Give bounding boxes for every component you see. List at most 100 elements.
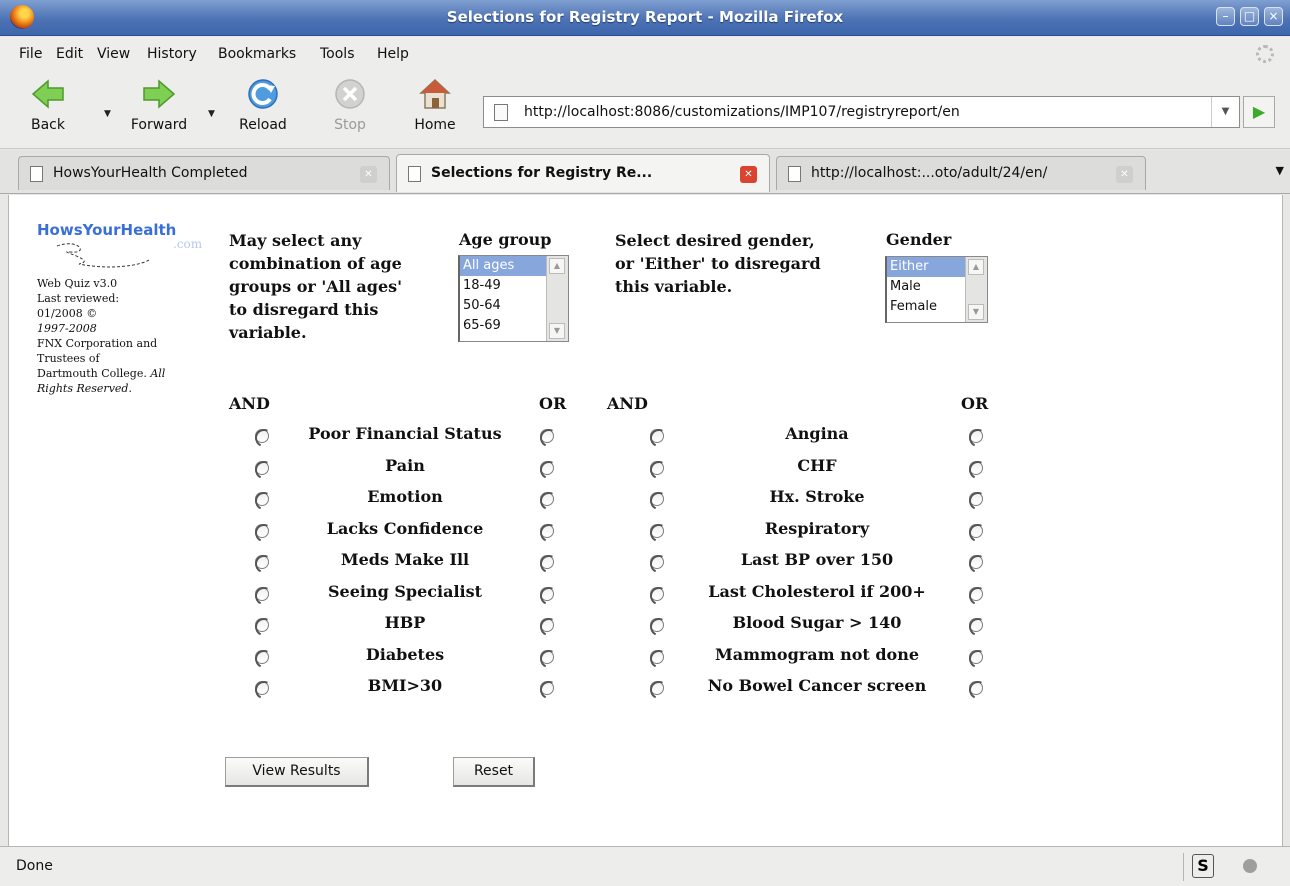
or-radio[interactable] [969,555,983,569]
and-radio[interactable] [650,555,664,569]
logo-squiggle-icon [56,243,150,268]
minimize-button[interactable]: – [1216,7,1235,26]
forward-arrow-icon [143,79,176,109]
tab-label: Selections for Registry Re... [431,165,653,181]
and-radio[interactable] [650,429,664,443]
site-logo[interactable]: HowsYourHealth [37,223,187,238]
and-radio[interactable] [650,460,664,475]
condition-label: Mammogram not done [714,644,920,664]
stop-icon [335,79,365,109]
or-radio[interactable] [540,586,554,601]
and-radio[interactable] [255,649,269,664]
or-radio[interactable] [540,681,554,695]
or-radio[interactable] [540,555,554,569]
home-label: Home [414,117,456,133]
and-radio[interactable] [255,681,269,695]
right-or-header: OR [961,394,989,413]
tab-close-icon[interactable]: ✕ [740,166,757,183]
go-button[interactable]: ▶ [1243,96,1275,128]
and-radio[interactable] [255,618,269,632]
url-bar[interactable]: http://localhost:8086/customizations/IMP… [483,96,1240,128]
tab-close-icon[interactable]: ✕ [360,166,377,183]
or-radio[interactable] [540,492,554,506]
menu-edit[interactable]: Edit [56,46,83,62]
back-button[interactable]: Back [22,77,74,133]
scroll-up-icon[interactable]: ▲ [968,259,984,275]
and-radio[interactable] [650,649,664,664]
gender-listbox[interactable]: Either Male Female ▲ ▼ [885,256,988,323]
menu-bookmarks[interactable]: Bookmarks [218,46,296,62]
or-radio[interactable] [540,523,554,538]
or-radio[interactable] [540,429,554,443]
and-radio[interactable] [255,555,269,569]
security-s-icon[interactable]: S [1192,854,1214,878]
gender-instruction: Select desired gender, or 'Either' to di… [615,229,895,298]
page-icon [494,104,508,121]
and-radio[interactable] [255,523,269,538]
home-button[interactable]: Home [408,77,462,133]
maximize-button[interactable]: □ [1240,7,1259,26]
home-icon [419,78,451,109]
tab-localhost-adult[interactable]: http://localhost:...oto/adult/24/en/ ✕ [776,156,1146,190]
gender-listbox-scrollbar[interactable]: ▲ ▼ [965,257,987,322]
forward-button[interactable]: Forward [124,77,194,133]
or-radio[interactable] [969,460,983,475]
url-text[interactable]: http://localhost:8086/customizations/IMP… [524,104,960,120]
and-radio[interactable] [650,586,664,601]
or-radio[interactable] [969,681,983,695]
tab-list-dropdown-icon[interactable]: ▼ [1276,164,1284,177]
stop-label: Stop [334,117,366,133]
or-radio[interactable] [540,460,554,475]
page-content: HowsYourHealth .com Web Quiz v3.0 Last r… [8,195,1283,846]
and-radio[interactable] [650,618,664,632]
or-radio[interactable] [969,523,983,538]
status-text: Done [16,858,53,874]
forward-label: Forward [130,117,188,133]
or-radio[interactable] [969,618,983,632]
sidebar: HowsYourHealth .com Web Quiz v3.0 Last r… [37,223,202,396]
tab-close-icon[interactable]: ✕ [1116,166,1133,183]
scroll-up-icon[interactable]: ▲ [549,258,565,274]
view-results-button[interactable]: View Results [225,757,369,787]
age-group-listbox[interactable]: All ages 18-49 50-64 65-69 ▲ ▼ [458,255,569,342]
forward-history-dropdown[interactable]: ▼ [208,109,215,119]
menu-view[interactable]: View [97,46,130,62]
back-label: Back [31,117,65,133]
menu-history[interactable]: History [147,46,197,62]
or-radio[interactable] [969,429,983,443]
and-radio[interactable] [650,492,664,506]
and-radio[interactable] [255,492,269,506]
menu-help[interactable]: Help [377,46,409,62]
stop-button[interactable]: Stop [325,77,375,133]
rights-line1: All [150,367,166,380]
age-listbox-scrollbar[interactable]: ▲ ▼ [546,256,568,341]
right-and-header: AND [607,394,648,413]
or-radio[interactable] [969,649,983,664]
or-radio[interactable] [969,586,983,601]
close-window-button[interactable]: × [1264,7,1283,26]
reload-button[interactable]: Reload [230,77,296,133]
and-radio[interactable] [255,586,269,601]
scroll-down-icon[interactable]: ▼ [968,304,984,320]
tab-selections-registry[interactable]: Selections for Registry Re... ✕ [396,154,770,192]
back-history-dropdown[interactable]: ▼ [104,109,111,119]
condition-label: Lacks Confidence [326,518,484,538]
or-radio[interactable] [540,618,554,632]
and-radio[interactable] [650,681,664,695]
last-reviewed-label: Last reviewed: [37,292,120,305]
menu-bar: File Edit View History Bookmarks Tools H… [0,37,1290,69]
scroll-down-icon[interactable]: ▼ [549,323,565,339]
url-dropdown-icon[interactable]: ▼ [1211,97,1239,127]
tab-howsyourhealth-completed[interactable]: HowsYourHealth Completed ✕ [18,156,390,190]
or-radio[interactable] [969,492,983,506]
menu-tools[interactable]: Tools [320,46,355,62]
or-radio[interactable] [540,649,554,664]
condition-label: BMI>30 [367,676,443,695]
age-instruction-line: variable. [229,323,307,342]
reset-button[interactable]: Reset [453,757,535,787]
and-radio[interactable] [255,429,269,443]
menu-file[interactable]: File [19,46,42,62]
and-radio[interactable] [650,523,664,538]
age-instruction-line: to disregard this [229,300,379,319]
and-radio[interactable] [255,460,269,475]
